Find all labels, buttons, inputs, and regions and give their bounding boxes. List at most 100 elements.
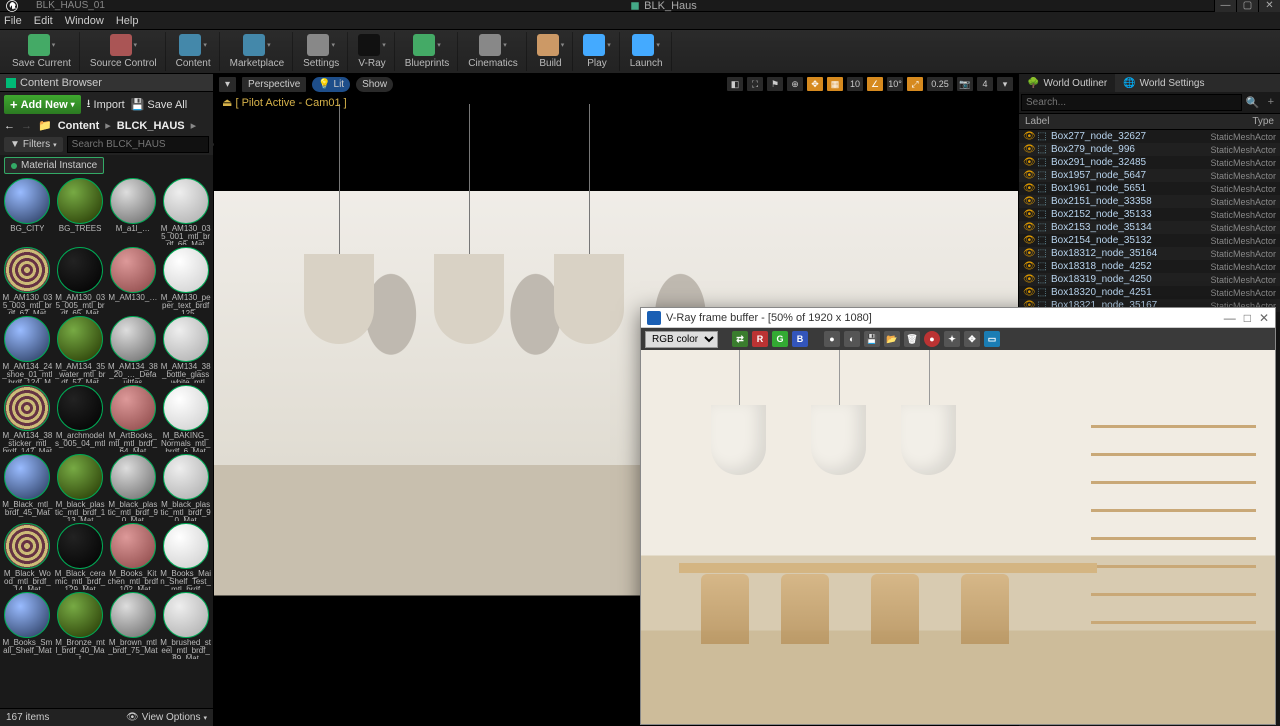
realtime-button[interactable]: ⊕ [786, 76, 804, 92]
filter-add-icon[interactable]: + [1264, 94, 1278, 111]
menu-window[interactable]: Window [65, 15, 104, 27]
crumb-content[interactable]: Content [58, 120, 100, 132]
nav-back-button[interactable]: ← [4, 120, 15, 132]
vray-clear-button[interactable]: 🗑 [904, 331, 920, 347]
viewport-menu-button[interactable]: ▾ [218, 76, 237, 93]
save-all-button[interactable]: 💾Save All [131, 98, 187, 111]
document-tab[interactable]: BLK_HAUS_01 [24, 0, 117, 11]
outliner-row[interactable]: 👁⬚Box2153_node_35134StaticMeshActor [1019, 221, 1280, 234]
asset-item[interactable]: M_AM130_035_005_mtl_brdf_65_Mat [55, 247, 106, 314]
camera-speed-button[interactable]: 📷 [956, 76, 974, 92]
asset-item[interactable]: M_Books_Main_Shelf_Test_mtl_brdf [160, 523, 211, 590]
outliner-row[interactable]: 👁⬚Box2152_node_35133StaticMeshActor [1019, 208, 1280, 221]
vray-alpha-button[interactable]: ◐ [844, 331, 860, 347]
vray-maximize-button[interactable]: □ [1244, 311, 1251, 325]
outliner-row[interactable]: 👁⬚Box18319_node_4250StaticMeshActor [1019, 273, 1280, 286]
camera-speed-value[interactable]: 4 [976, 76, 994, 92]
vray-b-button[interactable]: B [792, 331, 808, 347]
vray-save-button[interactable]: 💾 [864, 331, 880, 347]
translate-mode-button[interactable]: ✥ [806, 76, 824, 92]
asset-item[interactable]: M_black_plastic_mtl_brdf_90_Mat [108, 454, 159, 521]
visibility-icon[interactable]: 👁 [1023, 274, 1033, 285]
asset-item[interactable]: M_AM130_035_001_mtl_brdf_66_Mat [160, 178, 211, 245]
vray-minimize-button[interactable]: — [1224, 311, 1236, 325]
vray-load-button[interactable]: 📂 [884, 331, 900, 347]
content-search-input[interactable] [67, 136, 209, 153]
asset-item[interactable]: M_Books_Kitchen_mtl_brdf_102_Mat [108, 523, 159, 590]
save-button[interactable]: ▾Save Current [4, 32, 80, 71]
build-button[interactable]: ▾Build [529, 32, 574, 71]
angle-snap-value[interactable]: 10° [886, 76, 904, 92]
filters-button[interactable]: ▼Filters▾ [4, 137, 63, 152]
import-button[interactable]: ⭳Import [87, 95, 125, 114]
menu-edit[interactable]: Edit [34, 15, 53, 27]
level-tab[interactable]: BLK_Haus [624, 0, 703, 12]
tab-world-settings[interactable]: 🌐World Settings [1115, 74, 1212, 92]
asset-item[interactable]: M_brushed_steel_mtl_brdf_89_Mat [160, 592, 211, 659]
asset-item[interactable]: M_ArtBooks_mtl_mtl_brdf_64_Mat [108, 385, 159, 452]
vray-region-button[interactable]: ✦ [944, 331, 960, 347]
visibility-icon[interactable]: 👁 [1023, 170, 1033, 181]
show-button[interactable]: Show [355, 76, 394, 93]
vray-render-view[interactable] [641, 350, 1275, 724]
minimize-button[interactable]: — [1214, 0, 1236, 12]
visibility-icon[interactable]: 👁 [1023, 196, 1033, 207]
play-button[interactable]: ▾Play [575, 32, 620, 71]
source-button[interactable]: ▾Source Control [82, 32, 166, 71]
lit-button[interactable]: 💡 Lit [311, 76, 351, 93]
asset-item[interactable]: M_AM130_035_003_mtl_brdf_67_Mat [2, 247, 53, 314]
maximize-button[interactable]: ▢ [1236, 0, 1258, 12]
outliner-row[interactable]: 👁⬚Box18318_node_4252StaticMeshActor [1019, 260, 1280, 273]
view-options-button[interactable]: 👁View Options▾ [126, 712, 207, 723]
outliner-search-input[interactable] [1021, 94, 1242, 111]
asset-item[interactable]: M_AM130_peper_text_brdf_125 [160, 247, 211, 314]
vray-channel-select[interactable]: RGB color [645, 331, 718, 348]
visibility-icon[interactable]: 👁 [1023, 235, 1033, 246]
vray-title-bar[interactable]: V-Ray frame buffer - [50% of 1920 x 1080… [641, 308, 1275, 328]
vray-frame-buffer-window[interactable]: V-Ray frame buffer - [50% of 1920 x 1080… [640, 307, 1276, 725]
asset-item[interactable]: M_Black_mtl_brdf_45_Mat [2, 454, 53, 521]
nav-fwd-button[interactable]: → [21, 120, 32, 132]
grid-snap-value[interactable]: 10 [846, 76, 864, 92]
asset-item[interactable]: M_BAKING_Normals_mtl_brdf_6_Mat [160, 385, 211, 452]
asset-item[interactable]: M_brown_mtl_brdf_75_Mat [108, 592, 159, 659]
outliner-row[interactable]: 👁⬚Box2151_node_33358StaticMeshActor [1019, 195, 1280, 208]
visibility-icon[interactable]: 👁 [1023, 287, 1033, 298]
menu-file[interactable]: File [4, 15, 22, 27]
asset-item[interactable]: M_black_plastic_mtl_brdf_90_Mat [160, 454, 211, 521]
vray-g-button[interactable]: G [772, 331, 788, 347]
scale-snap-button[interactable]: ⤢ [906, 76, 924, 92]
asset-item[interactable]: M_archmodels_005_04_mtl [55, 385, 106, 452]
visibility-icon[interactable]: 👁 [1023, 261, 1033, 272]
visibility-icon[interactable]: 👁 [1023, 183, 1033, 194]
outliner-row[interactable]: 👁⬚Box18320_node_4251StaticMeshActor [1019, 286, 1280, 299]
visibility-icon[interactable]: 👁 [1023, 222, 1033, 233]
visibility-icon[interactable]: 👁 [1023, 248, 1033, 259]
game-view-button[interactable]: ◧ [726, 76, 744, 92]
scale-snap-value[interactable]: 0.25 [926, 76, 954, 92]
vray-r-button[interactable]: R [752, 331, 768, 347]
vray-button[interactable]: ▾V-Ray [350, 32, 395, 71]
eject-icon[interactable]: ⏏ [222, 97, 232, 109]
menu-help[interactable]: Help [116, 15, 139, 27]
vray-track-button[interactable]: ✥ [964, 331, 980, 347]
visibility-icon[interactable]: 👁 [1023, 131, 1033, 142]
outliner-row[interactable]: 👁⬚Box277_node_32627StaticMeshActor [1019, 130, 1280, 143]
content-browser-tab[interactable]: Content Browser [0, 74, 213, 92]
asset-item[interactable]: M_Bronze_mtl_brdf_40_Mat [55, 592, 106, 659]
cinematics-button[interactable]: ▾Cinematics [460, 32, 526, 71]
asset-item[interactable]: M_AM134_38_sticker_mtl_brdf_147_Mat [2, 385, 53, 452]
asset-item[interactable]: M_Black_ceramic_mtl_brdf_129_Mat [55, 523, 106, 590]
market-button[interactable]: ▾Marketplace [222, 32, 293, 71]
grid-snap-button[interactable]: ▦ [826, 76, 844, 92]
asset-item[interactable]: M_AM134_38_bottle_glass_white_mtl [160, 316, 211, 383]
asset-item[interactable]: BG_CITY [2, 178, 53, 245]
asset-item[interactable]: M_Books_Small_Shelf_Mat [2, 592, 53, 659]
outliner-row[interactable]: 👁⬚Box1961_node_5651StaticMeshActor [1019, 182, 1280, 195]
outliner-row[interactable]: 👁⬚Box279_node_996StaticMeshActor [1019, 143, 1280, 156]
asset-item[interactable]: M_black_plastic_mtl_brdf_113_Mat [55, 454, 106, 521]
vray-mono-button[interactable]: ● [824, 331, 840, 347]
launch-button[interactable]: ▾Launch [622, 32, 672, 71]
tab-world-outliner[interactable]: 🌳World Outliner [1019, 74, 1115, 92]
col-label[interactable]: Label [1025, 116, 1252, 127]
